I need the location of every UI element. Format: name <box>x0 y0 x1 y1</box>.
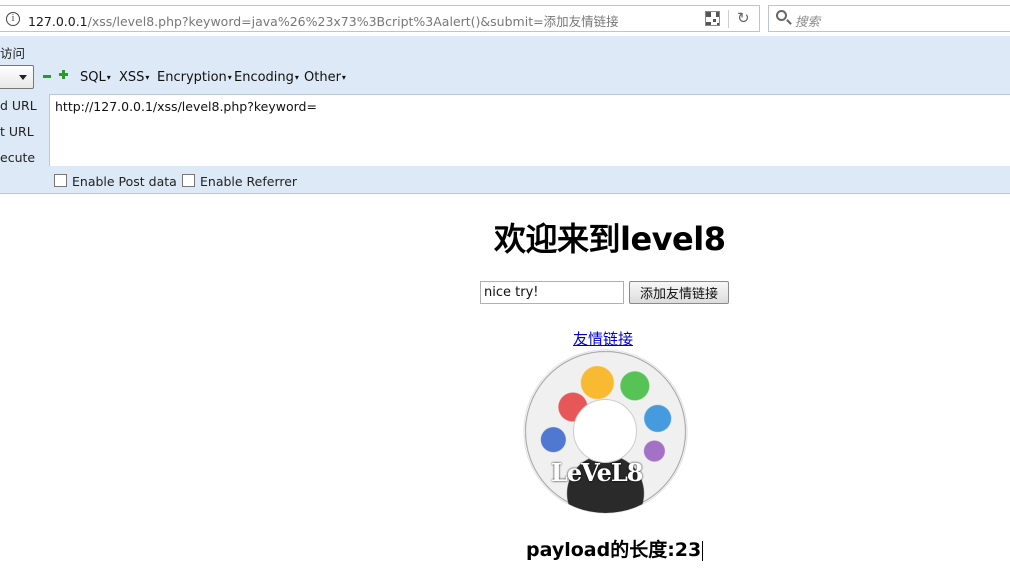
add-link-button[interactable]: 添加友情链接 <box>629 281 729 304</box>
page-title: 欢迎来到level8 <box>494 220 726 258</box>
qr-code-icon[interactable] <box>705 11 720 26</box>
menu-xss-label: XSS <box>119 70 145 85</box>
enable-referrer-label[interactable]: Enable Referrer <box>200 174 297 189</box>
minus-icon[interactable] <box>43 75 51 78</box>
url-path: /xss/level8.php?keyword=java%26%23x73%3B… <box>87 14 619 29</box>
text-cursor <box>702 540 704 561</box>
menu-encryption[interactable]: Encryption▾ <box>157 70 232 85</box>
url-host: 127.0.0.1 <box>28 14 88 29</box>
info-icon[interactable]: i <box>6 12 20 26</box>
hackbar-dropdown[interactable] <box>0 65 34 89</box>
menu-encoding-label: Encoding <box>234 70 294 85</box>
menu-sql-label: SQL <box>80 70 106 85</box>
plus-icon[interactable] <box>59 70 68 79</box>
search-bar[interactable]: 搜索 <box>768 5 1010 32</box>
enable-referrer-checkbox[interactable] <box>182 174 195 187</box>
hackbar-url-textarea[interactable]: http://127.0.0.1/xss/level8.php?keyword= <box>49 94 1010 166</box>
enable-post-checkbox[interactable] <box>54 174 67 187</box>
address-bar-divider <box>728 10 729 28</box>
menu-sql[interactable]: SQL▾ <box>80 70 111 85</box>
hackbar-url-value: http://127.0.0.1/xss/level8.php?keyword= <box>55 99 317 114</box>
url-text[interactable]: 127.0.0.1/xss/level8.php?keyword=java%26… <box>28 11 619 30</box>
menu-other-label: Other <box>304 70 341 85</box>
search-placeholder: 搜索 <box>795 14 821 29</box>
cd-center-hole <box>573 399 637 463</box>
chevron-down-icon: ▾ <box>294 73 299 82</box>
chevron-down-icon: ▾ <box>145 73 150 82</box>
chevron-down-icon: ▾ <box>341 73 346 82</box>
address-bar[interactable]: i 127.0.0.1/xss/level8.php?keyword=java%… <box>0 5 760 32</box>
menu-xss[interactable]: XSS▾ <box>119 70 149 85</box>
execute-button[interactable]: ecute <box>0 150 35 165</box>
keyword-input[interactable] <box>480 281 624 304</box>
menu-encoding[interactable]: Encoding▾ <box>234 70 299 85</box>
menu-encryption-label: Encryption <box>157 70 227 85</box>
split-url-button[interactable]: t URL <box>0 124 34 139</box>
payload-length-value: payload的长度:23 <box>526 539 702 561</box>
friend-link[interactable]: 友情链接 <box>573 328 633 349</box>
search-icon <box>776 10 787 21</box>
hackbar-top-label: 访问 <box>0 46 26 61</box>
menu-other[interactable]: Other▾ <box>304 70 346 85</box>
enable-post-label[interactable]: Enable Post data <box>72 174 177 189</box>
chevron-down-icon: ▾ <box>227 73 232 82</box>
load-url-button[interactable]: d URL <box>0 98 37 113</box>
cd-logo-text: LeVeL8 <box>551 458 643 487</box>
payload-length-text: payload的长度:23 <box>526 535 704 562</box>
reload-icon[interactable]: ↻ <box>737 9 750 27</box>
chevron-down-icon: ▾ <box>106 73 111 82</box>
hackbar-panel: 访问 SQL▾ XSS▾ Encryption▾ Encoding▾ Other… <box>0 36 1010 194</box>
